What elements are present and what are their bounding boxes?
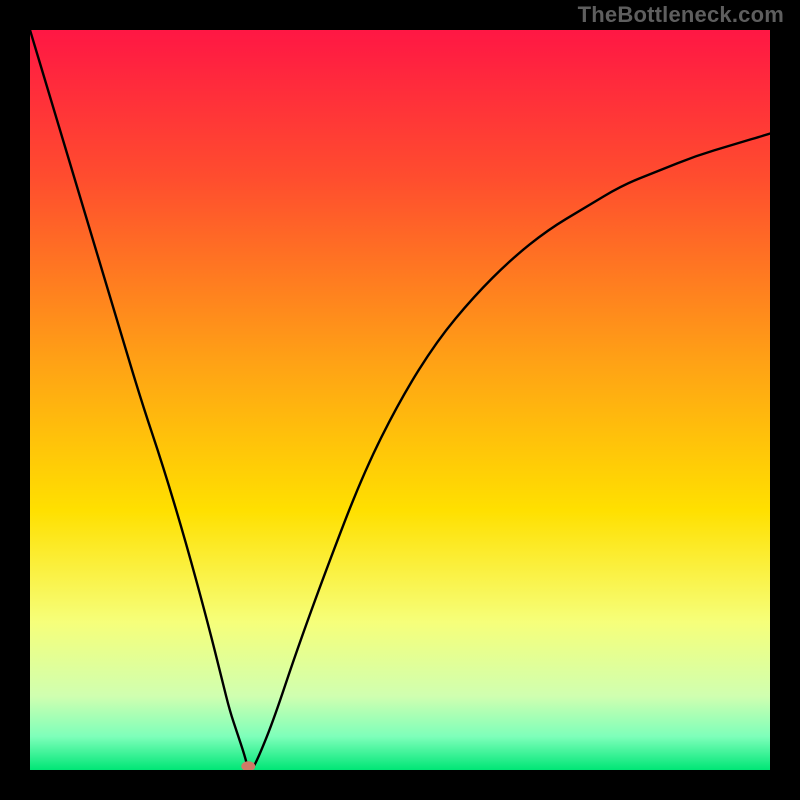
watermark-text: TheBottleneck.com	[578, 2, 784, 28]
chart-frame: TheBottleneck.com	[0, 0, 800, 800]
plot-area	[30, 30, 770, 770]
plot-svg	[30, 30, 770, 770]
